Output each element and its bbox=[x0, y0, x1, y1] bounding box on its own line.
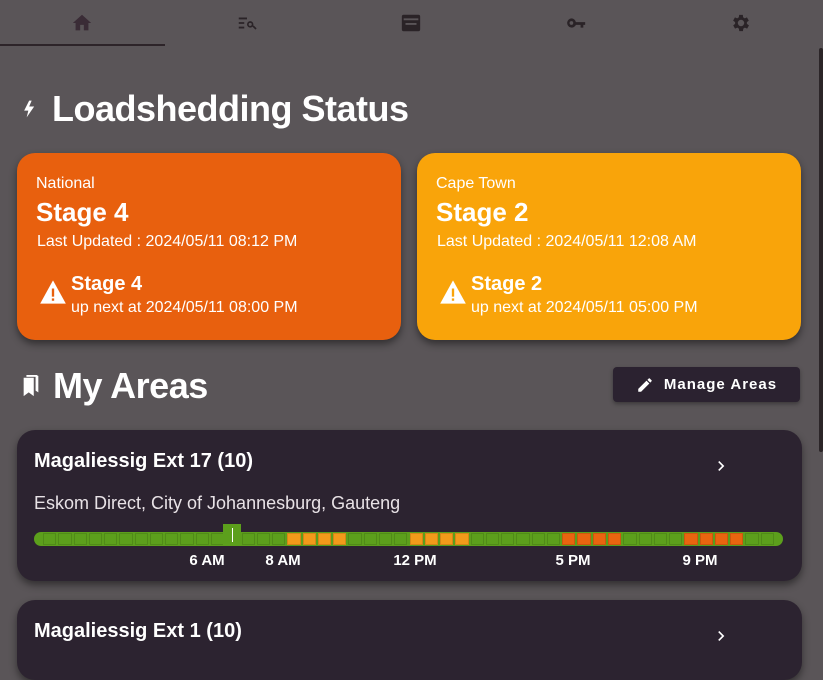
timeline-label: 12 PM bbox=[393, 552, 437, 569]
chevron-right-icon[interactable] bbox=[711, 626, 731, 646]
timeline-slot bbox=[119, 533, 133, 545]
timeline-slot bbox=[455, 533, 469, 545]
timeline-slot bbox=[760, 533, 774, 545]
card-stage: Stage 2 bbox=[436, 197, 529, 227]
timeline-slot bbox=[104, 533, 118, 545]
timeline-slot bbox=[684, 533, 698, 545]
timeline-label: 8 AM bbox=[265, 552, 301, 569]
card-last-updated: Last Updated : 2024/05/11 12:08 AM bbox=[437, 233, 697, 250]
gear-icon bbox=[732, 14, 749, 32]
timeline-slot bbox=[378, 533, 393, 545]
tab-home[interactable] bbox=[0, 0, 165, 46]
bookmarks-icon bbox=[20, 373, 42, 399]
region-status-card: Cape Town Stage 2 Last Updated : 2024/05… bbox=[417, 153, 801, 340]
timeline-slot bbox=[363, 533, 377, 545]
search-list-icon bbox=[238, 17, 257, 30]
card-next-time: up next at 2024/05/11 08:00 PM bbox=[71, 299, 298, 316]
timeline-slot bbox=[272, 533, 286, 545]
card-next-stage: Stage 4 bbox=[71, 273, 143, 295]
warning-icon bbox=[440, 280, 466, 304]
area-provider-info: Eskom Direct, City of Johannesburg, Gaut… bbox=[34, 493, 401, 513]
card-area-name: National bbox=[36, 175, 95, 192]
timeline-slot bbox=[58, 533, 72, 545]
timeline-slot bbox=[88, 533, 103, 545]
timeline-slot bbox=[149, 533, 164, 545]
timeline-slot bbox=[730, 533, 744, 545]
chevron-right-icon[interactable] bbox=[711, 456, 731, 476]
timeline-slot bbox=[745, 533, 759, 545]
timeline-slot bbox=[180, 533, 194, 545]
timeline-slot bbox=[623, 533, 637, 545]
timeline-slot bbox=[317, 533, 332, 545]
timeline-slot bbox=[577, 533, 591, 545]
timeline-slot bbox=[195, 533, 209, 545]
area-card[interactable]: Magaliessig Ext 1 (10) bbox=[17, 600, 802, 680]
timeline-slot bbox=[669, 533, 683, 545]
timeline-slot bbox=[440, 533, 454, 545]
timeline-slot bbox=[608, 533, 622, 545]
timeline-label: 6 AM bbox=[189, 552, 225, 569]
card-stage: Stage 4 bbox=[36, 197, 129, 227]
warning-icon bbox=[40, 280, 66, 304]
timeline-slot bbox=[638, 533, 652, 545]
timeline-slot bbox=[43, 533, 57, 545]
card-next-stage: Stage 2 bbox=[471, 273, 543, 295]
timeline-slot bbox=[134, 533, 148, 545]
lightning-icon bbox=[20, 96, 40, 122]
timeline-slot bbox=[409, 533, 423, 545]
manage-areas-button[interactable]: Manage Areas bbox=[613, 367, 800, 402]
status-heading: Loadshedding Status bbox=[20, 88, 409, 130]
timeline-slot bbox=[302, 533, 316, 545]
timeline-slot bbox=[470, 533, 484, 545]
timeline-label: 5 PM bbox=[555, 552, 591, 569]
area-card[interactable]: Magaliessig Ext 17 (10) Eskom Direct, Ci… bbox=[17, 430, 802, 581]
timeline-slot bbox=[516, 533, 530, 545]
timeline-slot bbox=[485, 533, 500, 545]
timeline-slot bbox=[287, 533, 301, 545]
timeline-slot bbox=[333, 533, 347, 545]
current-time-marker bbox=[223, 524, 241, 546]
area-name: Magaliessig Ext 1 (10) bbox=[34, 620, 242, 642]
timeline-slot bbox=[562, 533, 576, 545]
home-icon bbox=[73, 14, 92, 31]
scrollbar[interactable] bbox=[819, 48, 823, 452]
tab-keys[interactable] bbox=[494, 0, 659, 46]
timeline-slot bbox=[699, 533, 713, 545]
card-last-updated: Last Updated : 2024/05/11 08:12 PM bbox=[37, 233, 298, 250]
timeline-slot bbox=[210, 533, 225, 545]
card-area-name: Cape Town bbox=[436, 175, 516, 192]
pencil-icon bbox=[638, 377, 652, 392]
areas-title: My Areas bbox=[53, 365, 208, 406]
tab-settings[interactable] bbox=[658, 0, 823, 46]
timeline-slot bbox=[424, 533, 439, 545]
tab-bar bbox=[0, 0, 823, 46]
schedule-timeline bbox=[34, 524, 783, 546]
manage-areas-label: Manage Areas bbox=[663, 376, 778, 393]
area-name: Magaliessig Ext 17 (10) bbox=[34, 450, 253, 472]
timeline-slot bbox=[592, 533, 607, 545]
timeline-slot bbox=[501, 533, 515, 545]
timeline-slot bbox=[348, 533, 362, 545]
timeline-slot bbox=[241, 533, 255, 545]
current-time-line bbox=[231, 528, 233, 542]
tab-messages[interactable] bbox=[329, 0, 494, 46]
areas-heading: My Areas bbox=[20, 365, 208, 407]
timeline-slot bbox=[73, 533, 87, 545]
timeline-slot bbox=[546, 533, 561, 545]
key-icon bbox=[567, 18, 586, 28]
status-title: Loadshedding Status bbox=[52, 88, 409, 129]
timeline-slot bbox=[653, 533, 668, 545]
tab-search[interactable] bbox=[165, 0, 330, 46]
timeline-slot bbox=[256, 533, 271, 545]
timeline-slot bbox=[394, 533, 408, 545]
timeline-slot bbox=[531, 533, 545, 545]
card-next-time: up next at 2024/05/11 05:00 PM bbox=[471, 299, 698, 316]
timeline-label: 9 PM bbox=[682, 552, 718, 569]
timeline-slot bbox=[714, 533, 729, 545]
timeline-slot bbox=[165, 533, 179, 545]
national-status-card: National Stage 4 Last Updated : 2024/05/… bbox=[17, 153, 401, 340]
message-icon bbox=[402, 14, 421, 32]
